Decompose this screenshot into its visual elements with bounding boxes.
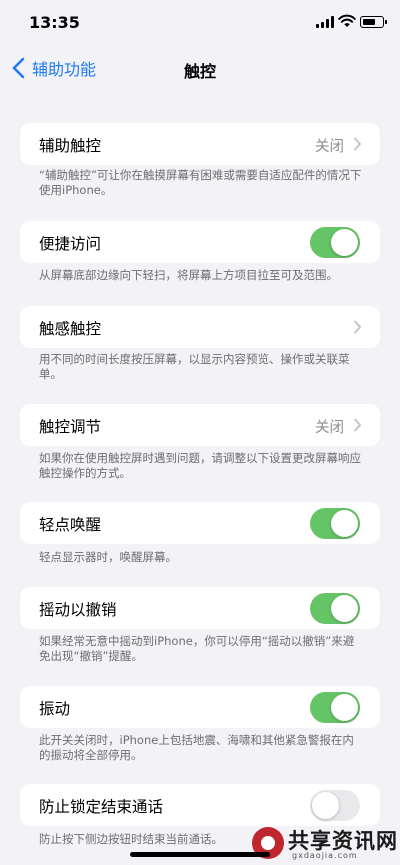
reachability-toggle[interactable] [310,227,360,258]
setting-footer: 用不同的时间长度按压屏幕，以显示内容预览、操作或关联菜单。 [39,352,350,381]
chevron-right-icon [354,418,361,432]
setting-footer: 如果经常无意中摇动到iPhone，你可以停用“摇动以撤销”来避免出现“撤销”提醒… [39,634,355,663]
setting-value: 关闭 [315,420,344,436]
setting-prevent-lock-end-call: 防止锁定结束通话 [20,784,380,826]
tap-to-wake-toggle[interactable] [310,508,360,539]
shake-to-undo-toggle[interactable] [310,593,360,624]
page-title: 触控 [183,62,216,81]
setting-label: 触感触控 [39,320,102,338]
setting-label: 振动 [39,700,71,718]
setting-haptic-touch[interactable]: 触感触控 [20,306,380,348]
setting-label: 便捷访问 [39,235,102,253]
battery-level [362,18,376,25]
status-time: 13:35 [29,13,80,32]
setting-footer: 如果你在使用触控屏时遇到问题，请调整以下设置更改屏幕响应触控操作的方式。 [39,451,361,480]
wifi-icon [338,14,356,27]
setting-touch-accommodations[interactable]: 触控调节 关闭 [20,404,380,446]
setting-label: 辅助触控 [39,137,102,155]
toggle-knob [331,510,358,537]
battery-icon [360,16,387,28]
setting-assistivetouch[interactable]: 辅助触控 关闭 [20,123,380,165]
toggle-knob [331,694,358,721]
vibration-toggle[interactable] [310,692,360,723]
setting-vibration: 振动 [20,686,380,728]
setting-footer: 轻点显示器时，唤醒屏幕。 [39,550,177,564]
toggle-knob [331,229,358,256]
setting-footer: 从屏幕底部边缘向下轻扫，将屏幕上方项目拉至可及范围。 [39,268,338,282]
toggle-knob [331,595,358,622]
setting-label: 防止锁定结束通话 [39,798,164,816]
setting-reachability: 便捷访问 [20,221,380,263]
site-watermark: 共享资讯网 gxdaojia.com [252,823,400,865]
setting-value: 关闭 [315,139,344,155]
setting-label: 触控调节 [39,418,102,436]
cellular-signal-icon [316,16,334,28]
setting-tap-to-wake: 轻点唤醒 [20,502,380,544]
setting-footer: 此开关关闭时，iPhone上包括地震、海啸和其他紧急警报在内的振动将全部停用。 [39,733,354,762]
chevron-right-icon [354,137,361,151]
chevron-right-icon [354,320,361,334]
watermark-subtitle: gxdaojia.com [292,851,358,860]
setting-label: 摇动以撤销 [39,601,117,619]
setting-footer: “辅助触控”可让你在触摸屏幕有困难或需要自适应配件的情况下使用iPhone。 [39,168,362,197]
status-bar: 13:35 [0,0,400,46]
navigation-bar: 辅助功能 触控 [0,50,400,86]
home-indicator[interactable] [130,852,270,857]
setting-shake-to-undo: 摇动以撤销 [20,587,380,629]
toggle-knob [312,792,339,819]
prevent-lock-end-call-toggle[interactable] [310,790,360,821]
setting-label: 轻点唤醒 [39,516,102,534]
